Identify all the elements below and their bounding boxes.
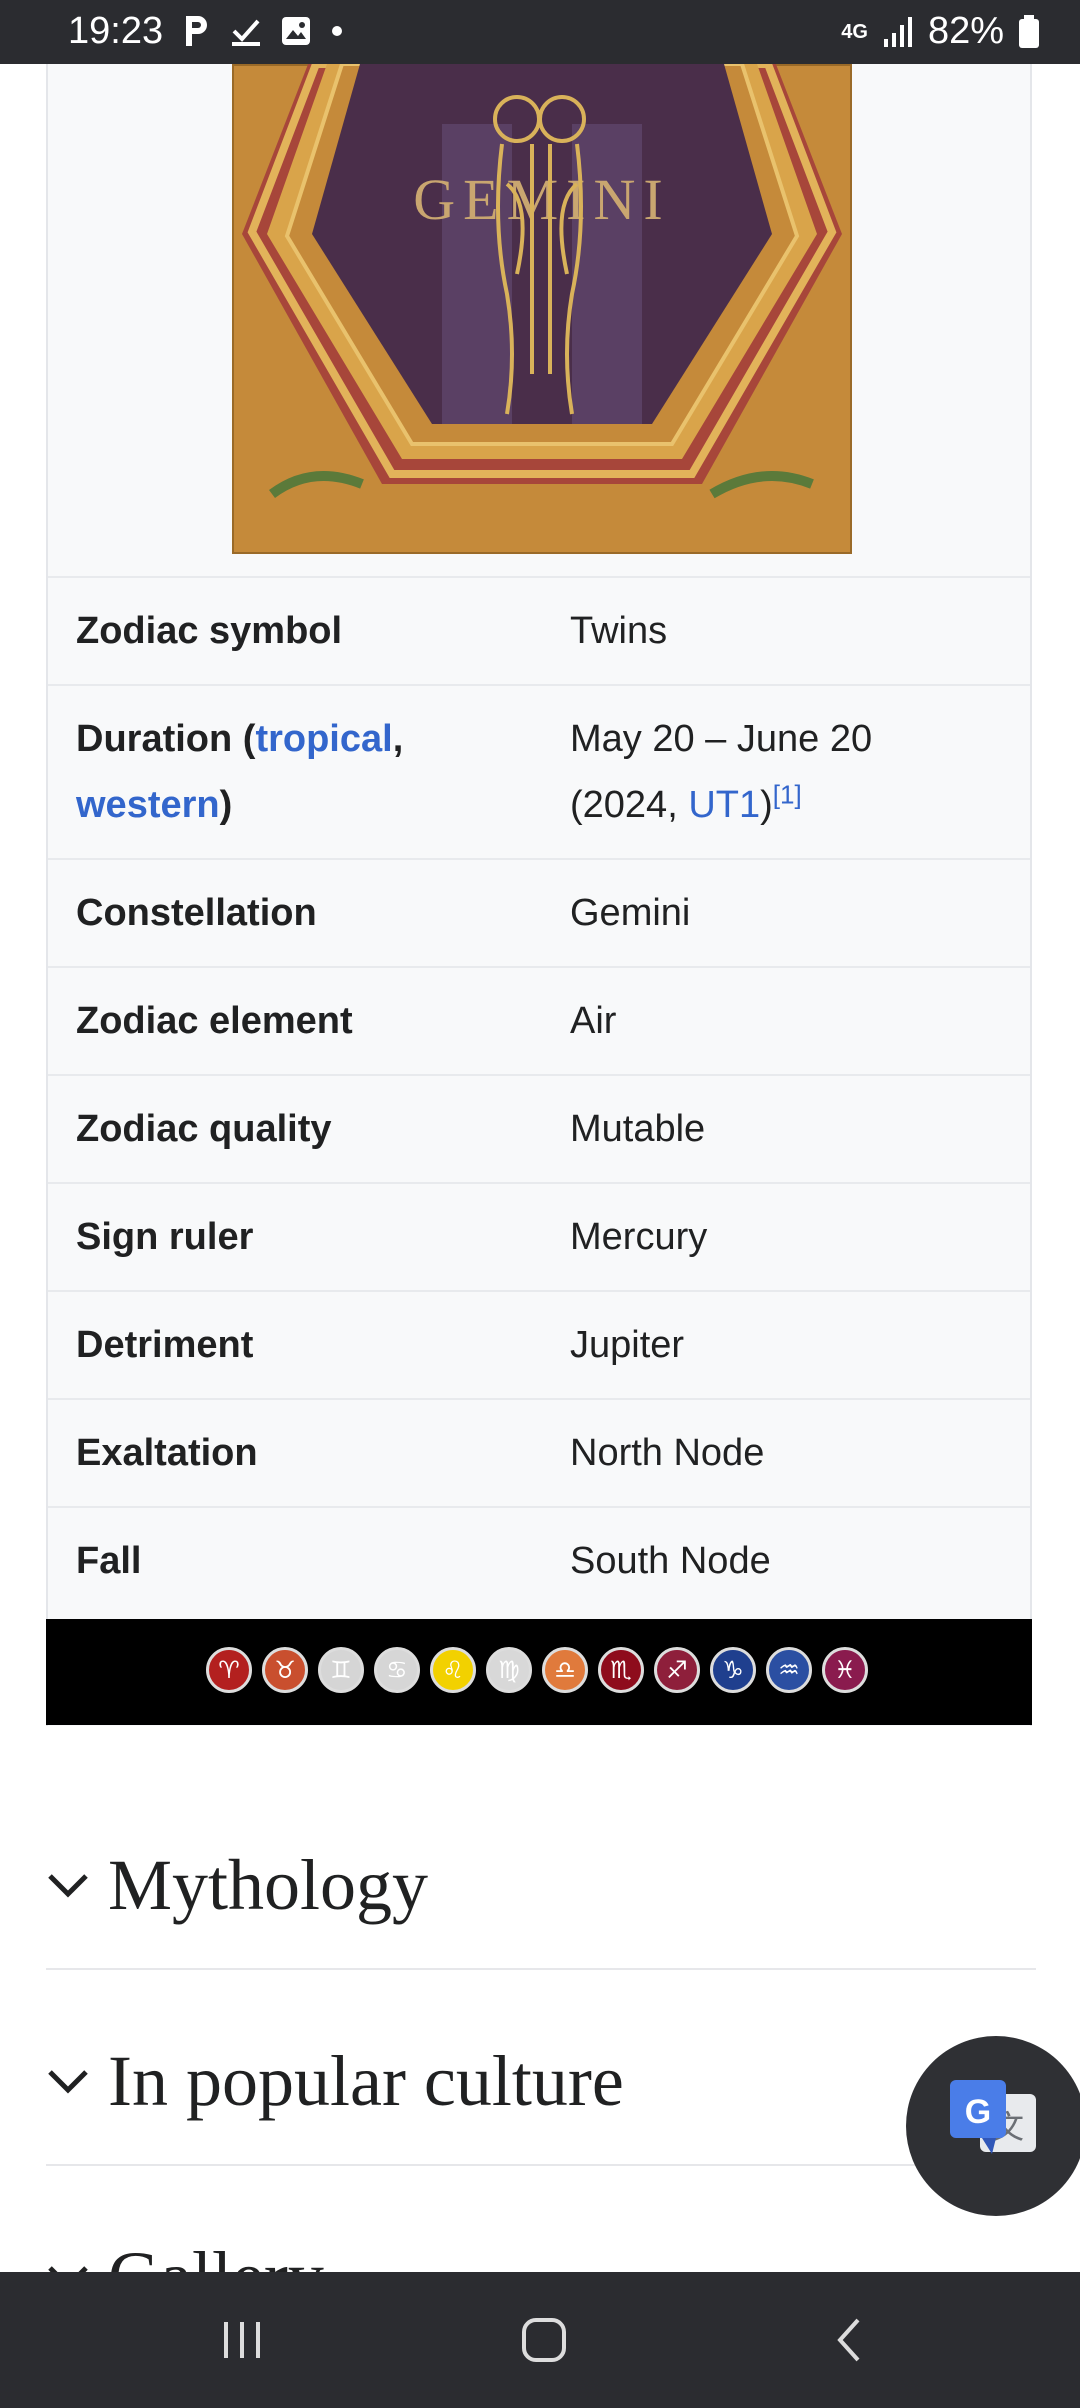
value-duration: May 20 – June 20 (2024, UT1)[1] [570, 706, 872, 838]
air-link[interactable]: Air [570, 988, 616, 1054]
network-type: 4G [841, 20, 868, 43]
row-detriment: Detriment Jupiter [48, 1290, 1030, 1398]
zodiac-sign-icon[interactable]: ♓ [822, 1647, 868, 1693]
zodiac-sign-icon[interactable]: ♋ [374, 1647, 420, 1693]
home-icon[interactable] [520, 2316, 568, 2364]
citation-1-link[interactable]: [1] [773, 779, 802, 809]
value-twins-link[interactable]: Twins [570, 598, 667, 664]
mercury-link[interactable]: Mercury [570, 1204, 707, 1270]
battery-icon [1019, 14, 1039, 48]
google-translate-icon: 文 G [950, 2080, 1036, 2154]
section-title: In popular culture [108, 2041, 624, 2121]
tropical-link[interactable]: tropical [255, 718, 392, 760]
zodiac-sign-icon[interactable]: ♑ [710, 1647, 756, 1693]
value-date-range: May 20 – June 20 [570, 718, 873, 760]
system-nav-bar [0, 2272, 1080, 2408]
gemini-link[interactable]: Gemini [570, 880, 690, 946]
row-zodiac-symbol: Zodiac symbol Twins [48, 576, 1030, 684]
chevron-down-icon [48, 1874, 88, 1898]
gemini-image[interactable]: GEMINI [230, 54, 854, 556]
label-duration: Duration (tropical, western) [76, 706, 403, 838]
parking-app-icon [186, 16, 207, 46]
zodiac-sign-icon[interactable]: ♈ [206, 1647, 252, 1693]
zodiac-sign-icon[interactable]: ♌ [430, 1647, 476, 1693]
zodiac-sign-icon[interactable]: ♊ [318, 1647, 364, 1693]
exaltation-link[interactable]: Exaltation [76, 1420, 258, 1486]
zodiac-navbox: ♈ ♉ ♊ ♋ ♌ ♍ ♎ ♏ ♐ ♑ ♒ ♓ [46, 1619, 1032, 1725]
zodiac-sign-icon[interactable]: ♏ [598, 1647, 644, 1693]
fall-link[interactable]: Fall [76, 1528, 141, 1594]
jupiter-link[interactable]: Jupiter [570, 1312, 684, 1378]
north-node-link[interactable]: North Node [570, 1420, 764, 1486]
zodiac-sign-icon[interactable]: ♍ [486, 1647, 532, 1693]
south-node-link[interactable]: South Node [570, 1528, 771, 1594]
svg-text:G: G [965, 2093, 991, 2131]
chevron-down-icon [48, 2070, 88, 2094]
label-zodiac-symbol: Zodiac symbol [76, 610, 343, 652]
label-comma: , [392, 718, 404, 760]
label-close-paren: ) [219, 784, 233, 826]
detriment-link[interactable]: Detriment [76, 1312, 253, 1378]
value-year: (2024, [570, 784, 689, 826]
notification-icons [182, 14, 344, 48]
zodiac-sign-icon[interactable]: ♐ [654, 1647, 700, 1693]
zodiac-element-link[interactable]: Zodiac element [76, 988, 353, 1054]
chevron-down-icon [48, 2266, 88, 2272]
constellation-link[interactable]: Constellation [76, 880, 317, 946]
row-constellation: Constellation Gemini [48, 858, 1030, 966]
infobox-rows: Zodiac symbol Twins Duration (tropical, … [48, 576, 1030, 1613]
row-zodiac-element: Zodiac element Air [48, 966, 1030, 1074]
mutable-link[interactable]: Mutable [570, 1096, 705, 1162]
status-bar: 19:23 4G 82% [0, 0, 1080, 64]
infobox: GEMINI Zodiac symbol Twins Duration (tro… [46, 54, 1032, 1726]
sign-ruler-link[interactable]: Sign ruler [76, 1204, 253, 1270]
battery-percent: 82% [927, 10, 1004, 52]
dot-icon [332, 26, 342, 36]
label-zodiac-quality: Zodiac quality [76, 1108, 332, 1150]
status-time: 19:23 [68, 10, 164, 52]
gallery-icon [282, 17, 310, 45]
row-fall: Fall South Node [48, 1506, 1030, 1613]
translate-button[interactable]: 文 G [906, 2036, 1080, 2216]
value-close-paren: ) [760, 784, 773, 826]
section-title: Gallery [108, 2236, 324, 2272]
status-right: 4G 82% [841, 10, 1040, 53]
signal-icon [883, 16, 912, 47]
ut1-link[interactable]: UT1 [688, 784, 760, 826]
zodiac-symbol-list: ♈ ♉ ♊ ♋ ♌ ♍ ♎ ♏ ♐ ♑ ♒ ♓ [206, 1647, 868, 1693]
section-gallery[interactable]: Gallery [46, 2200, 1036, 2272]
zodiac-sign-icon[interactable]: ♉ [262, 1647, 308, 1693]
recent-apps-icon[interactable] [220, 2318, 266, 2362]
back-icon[interactable] [832, 2316, 866, 2364]
task-check-icon [232, 19, 260, 46]
row-zodiac-quality: Zodiac quality Mutable [48, 1074, 1030, 1182]
row-duration: Duration (tropical, western) May 20 – Ju… [48, 684, 1030, 858]
row-exaltation: Exaltation North Node [48, 1398, 1030, 1506]
zodiac-sign-icon[interactable]: ♎ [542, 1647, 588, 1693]
label-duration-text: Duration ( [76, 718, 256, 760]
section-mythology[interactable]: Mythology [46, 1808, 1036, 1970]
row-sign-ruler: Sign ruler Mercury [48, 1182, 1030, 1290]
western-link[interactable]: western [76, 784, 220, 826]
section-in-popular-culture[interactable]: In popular culture [46, 2004, 1036, 2166]
zodiac-sign-icon[interactable]: ♒ [766, 1647, 812, 1693]
image-caption: GEMINI [413, 167, 670, 232]
section-title: Mythology [108, 1845, 429, 1925]
